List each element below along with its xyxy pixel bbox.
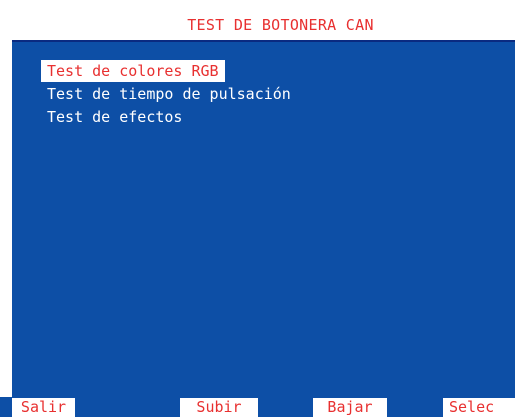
softkey-bar: Salir Subir Bajar Selec	[0, 397, 515, 417]
menu-item-label: Test de colores RGB	[41, 60, 225, 82]
menu-list: Test de colores RGB Test de tiempo de pu…	[41, 60, 297, 129]
menu-item-efectos[interactable]: Test de efectos	[41, 106, 297, 129]
menu-item-label: Test de efectos	[47, 108, 183, 126]
app-frame: TEST DE BOTONERA CAN Test de colores RGB…	[0, 0, 515, 417]
title-bar: TEST DE BOTONERA CAN	[12, 10, 515, 42]
selec-button[interactable]: Selec	[443, 398, 515, 417]
menu-item-colores-rgb[interactable]: Test de colores RGB	[41, 60, 297, 83]
menu-item-label: Test de tiempo de pulsación	[47, 85, 291, 103]
main-screen: Test de colores RGB Test de tiempo de pu…	[12, 42, 515, 397]
bajar-button[interactable]: Bajar	[313, 398, 387, 417]
page-title: TEST DE BOTONERA CAN	[187, 16, 374, 34]
salir-button[interactable]: Salir	[12, 398, 75, 417]
menu-item-tiempo-pulsacion[interactable]: Test de tiempo de pulsación	[41, 83, 297, 106]
subir-button[interactable]: Subir	[180, 398, 258, 417]
